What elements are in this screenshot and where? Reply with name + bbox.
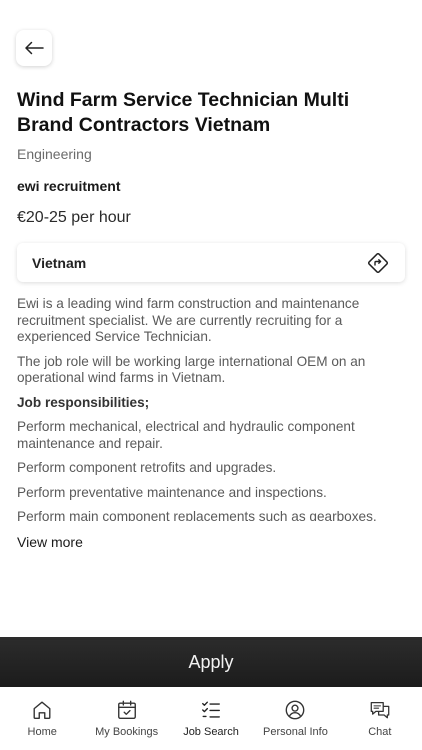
bottom-tab-bar: Home My Bookings Job Search Personal Inf… xyxy=(0,687,422,750)
back-button[interactable] xyxy=(16,30,52,66)
job-category: Engineering xyxy=(17,146,92,162)
location-label: Vietnam xyxy=(32,254,87,271)
tab-label: Home xyxy=(27,726,57,738)
responsibilities-heading: Job responsibilities; xyxy=(17,394,150,410)
tab-my-bookings[interactable]: My Bookings xyxy=(84,687,168,750)
tab-home[interactable]: Home xyxy=(0,687,84,750)
directions-icon[interactable] xyxy=(366,251,390,275)
home-icon xyxy=(33,701,51,719)
apply-label: Apply xyxy=(188,651,234,672)
responsibility-item: Perform main component replacements such… xyxy=(17,509,377,521)
checklist-icon xyxy=(202,701,220,718)
tab-job-search[interactable]: Job Search xyxy=(169,687,253,750)
tab-personal-info[interactable]: Personal Info xyxy=(253,687,337,750)
tab-label: Personal Info xyxy=(263,726,328,738)
responsibility-item: Perform component retrofits and upgrades… xyxy=(17,460,277,475)
location-card[interactable]: Vietnam xyxy=(17,243,405,282)
job-description: Ewi is a leading wind farm construction … xyxy=(17,296,402,521)
responsibility-item: Perform preventative maintenance and ins… xyxy=(17,484,327,500)
tab-chat[interactable]: Chat xyxy=(338,687,422,750)
apply-button[interactable]: Apply xyxy=(0,637,422,687)
responsibility-item: Perform mechanical, electrical and hydra… xyxy=(17,419,355,451)
view-more-link[interactable]: View more xyxy=(17,534,83,550)
tab-label: Job Search xyxy=(183,726,239,738)
chat-icon xyxy=(370,702,390,719)
description-paragraph: Ewi is a leading wind farm construction … xyxy=(17,296,360,344)
company-name: ewi recruitment xyxy=(17,178,121,194)
arrow-left-icon xyxy=(25,41,44,55)
tab-label: Chat xyxy=(368,726,392,738)
user-icon xyxy=(286,700,305,720)
calendar-icon xyxy=(117,700,136,719)
tab-label: My Bookings xyxy=(95,726,159,738)
salary: €20-25 per hour xyxy=(17,209,131,226)
description-paragraph: The job role will be working large inter… xyxy=(17,353,366,386)
job-title: Wind Farm Service Technician Multi Brand… xyxy=(17,89,350,136)
